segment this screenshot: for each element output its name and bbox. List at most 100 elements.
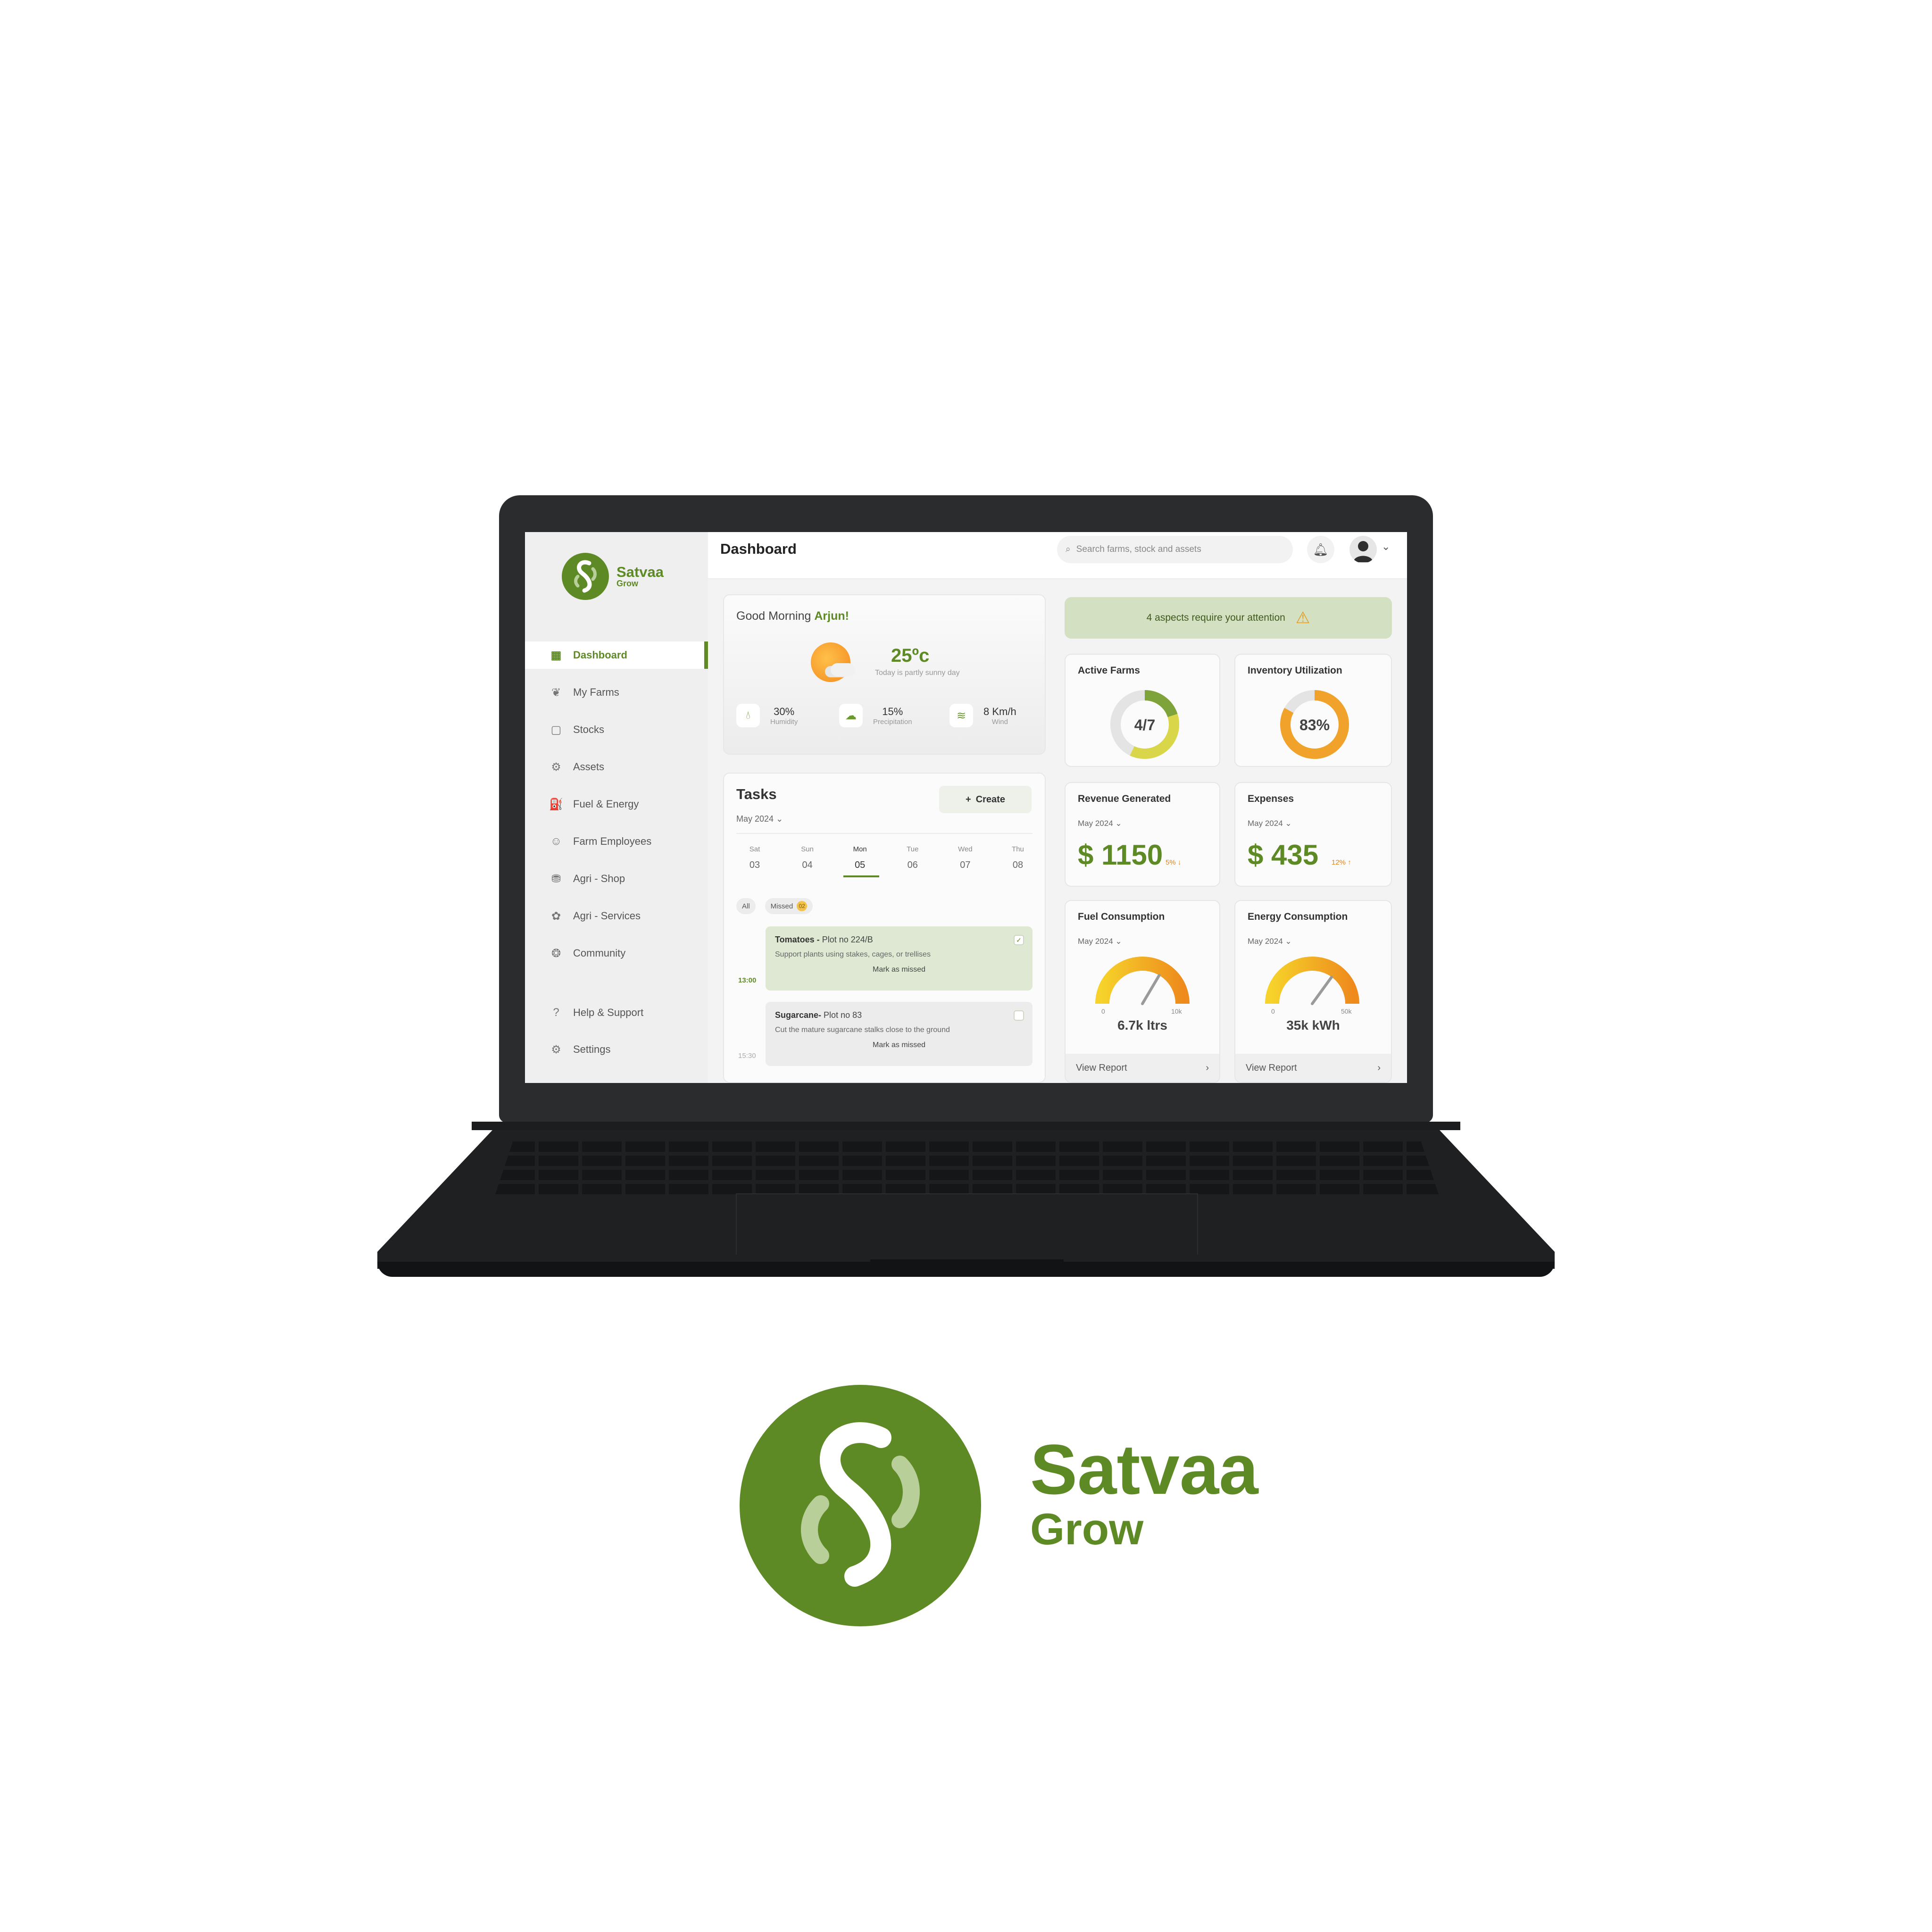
sidebar-item-stocks[interactable]: ▢ Stocks (525, 716, 708, 743)
task-item[interactable]: Tomatoes - Plot no 224/B Support plants … (766, 926, 1033, 991)
day-date: 08 (1012, 860, 1024, 870)
task-time: 13:00 (738, 976, 757, 984)
search-input[interactable]: ⌕ Search farms, stock and assets (1057, 536, 1293, 563)
day-mon-selected[interactable]: Mon 05 (843, 845, 876, 877)
sidebar-item-farm-employees[interactable]: ☺ Farm Employees (525, 828, 708, 855)
active-farms-card[interactable]: Active Farms 4/7 (1065, 654, 1220, 767)
chevron-down-icon: ⌄ (1113, 937, 1122, 946)
sidebar-item-dashboard[interactable]: ▦ Dashboard (525, 641, 708, 669)
sidebar-item-my-farms[interactable]: ❦ My Farms (525, 679, 708, 706)
app-logo[interactable]: Satvaa Grow (562, 553, 664, 600)
day-date: 06 (907, 860, 918, 870)
chevron-down-icon: ⌄ (1282, 937, 1292, 946)
month-selector[interactable]: May 2024 ⌄ (1078, 819, 1122, 828)
sidebar-item-label: Settings (573, 1043, 611, 1055)
sidebar-item-community[interactable]: ❂ Community (525, 940, 708, 967)
task-item[interactable]: Sugarcane- Plot no 83 Cut the mature sug… (766, 1002, 1033, 1066)
weather-card: Good Morning Arjun! 25ºc Today is partly… (723, 594, 1046, 755)
sidebar-item-agri-services[interactable]: ✿ Agri - Services (525, 902, 708, 930)
divider (736, 833, 1033, 834)
sidebar: Satvaa Grow ▦ Dashboard ❦ My Farms ▢ Sto… (525, 532, 708, 1083)
gauge-value: 6.7k ltrs (1117, 1018, 1167, 1033)
sidebar-item-label: My Farms (573, 686, 619, 698)
day-tue[interactable]: Tue 06 (896, 845, 929, 877)
wind-stat: ≋ 8 Km/h Wind (949, 704, 1016, 727)
bag-icon: ⛃ (551, 872, 561, 885)
gauge-max: 50k (1341, 1008, 1352, 1015)
humidity-label: Humidity (770, 717, 798, 726)
inventory-card[interactable]: Inventory Utilization 83% (1234, 654, 1392, 767)
sidebar-item-assets[interactable]: ⚙ Assets (525, 753, 708, 781)
expenses-value: $ 435 (1248, 839, 1319, 871)
grid-icon: ▦ (550, 649, 562, 662)
view-report-button[interactable]: View Report › (1235, 1054, 1391, 1082)
task-description: Cut the mature sugarcane stalks close to… (775, 1026, 950, 1034)
filter-all[interactable]: All (736, 898, 756, 914)
create-task-button[interactable]: + Create (939, 786, 1032, 813)
tractor-icon: ⚙ (551, 760, 561, 774)
logo-name: Satvaa (616, 563, 664, 580)
day-picker: Sat 03 Sun 04 Mon 05 Tue 06 Wed 07 Thu 08 (738, 845, 1034, 877)
people-icon: ☺ (550, 835, 562, 848)
filter-label: Missed (770, 902, 793, 910)
day-name: Sun (801, 845, 814, 853)
task-checkbox[interactable] (1014, 1010, 1024, 1021)
day-wed[interactable]: Wed 07 (949, 845, 982, 877)
wind-value: 8 Km/h (983, 705, 1016, 717)
task-crop: Sugarcane- (775, 1010, 824, 1020)
precipitation-label: Precipitation (873, 717, 912, 726)
laptop-screen: Satvaa Grow ▦ Dashboard ❦ My Farms ▢ Sto… (525, 532, 1407, 1083)
cloud-icon (831, 663, 855, 676)
day-sun[interactable]: Sun 04 (791, 845, 824, 877)
sidebar-item-fuel-energy[interactable]: ⛽ Fuel & Energy (525, 791, 708, 818)
gauge-min: 0 (1271, 1008, 1275, 1015)
help-icon: ? (553, 1006, 559, 1019)
brand-name: Satvaa (1030, 1430, 1258, 1509)
filter-missed[interactable]: Missed 02 (765, 898, 813, 914)
attention-banner[interactable]: 4 aspects require your attention ⚠ (1065, 597, 1392, 639)
ring-value: 83% (1299, 716, 1330, 733)
chevron-down-icon[interactable]: ⌄ (1382, 541, 1390, 553)
expenses-card[interactable]: Expenses May 2024 ⌄ $ 435 12% ↑ (1234, 782, 1392, 887)
revenue-value: $ 1150 (1078, 839, 1163, 871)
view-report-label: View Report (1246, 1062, 1297, 1073)
day-name: Thu (1012, 845, 1024, 853)
task-plot: Plot no 224/B (822, 935, 873, 944)
revenue-card[interactable]: Revenue Generated May 2024 ⌄ $ 1150 5% ↓ (1065, 782, 1220, 887)
card-title: Active Farms (1078, 665, 1140, 676)
search-icon: ⌕ (1066, 544, 1071, 554)
greeting-prefix: Good Morning (736, 609, 815, 623)
fuel-card[interactable]: Fuel Consumption May 2024 ⌄ 0 10k 6.7k l… (1065, 900, 1220, 1083)
avatar[interactable] (1349, 536, 1377, 563)
month-selector[interactable]: May 2024 ⌄ (736, 814, 783, 824)
month-label: May 2024 (1248, 819, 1283, 828)
temperature: 25ºc (891, 645, 930, 666)
notification-bell-icon[interactable]: 🔔︎ (1307, 536, 1334, 563)
day-thu[interactable]: Thu 08 (1001, 845, 1034, 877)
task-checkbox-checked[interactable]: ✓ (1014, 935, 1024, 945)
day-date: 03 (749, 860, 760, 870)
day-name: Wed (958, 845, 973, 853)
user-name: Arjun! (814, 609, 849, 623)
humidity-value: 30% (774, 705, 795, 717)
month-selector[interactable]: May 2024 ⌄ (1248, 937, 1292, 946)
sidebar-item-help[interactable]: ? Help & Support (525, 999, 708, 1026)
sidebar-bottom: ? Help & Support ⚙ Settings (525, 999, 708, 1073)
sidebar-item-agri-shop[interactable]: ⛃ Agri - Shop (525, 865, 708, 892)
gauge-value: 35k kWh (1286, 1018, 1340, 1033)
gauge-max: 10k (1171, 1008, 1182, 1015)
view-report-button[interactable]: View Report › (1066, 1054, 1219, 1082)
sidebar-item-settings[interactable]: ⚙ Settings (525, 1036, 708, 1063)
services-icon: ✿ (551, 909, 561, 923)
sidebar-item-label: Stocks (573, 724, 605, 735)
mark-missed-button[interactable]: Mark as missed (775, 1041, 1023, 1049)
card-title: Fuel Consumption (1078, 911, 1165, 922)
day-sat[interactable]: Sat 03 (738, 845, 771, 877)
month-selector[interactable]: May 2024 ⌄ (1248, 819, 1292, 828)
mark-missed-button[interactable]: Mark as missed (775, 966, 1023, 974)
month-selector[interactable]: May 2024 ⌄ (1078, 937, 1122, 946)
search-placeholder: Search farms, stock and assets (1076, 544, 1201, 554)
energy-card[interactable]: Energy Consumption May 2024 ⌄ 0 50k 35k … (1234, 900, 1392, 1083)
plus-icon: + (966, 794, 971, 805)
precipitation-value: 15% (882, 705, 903, 717)
